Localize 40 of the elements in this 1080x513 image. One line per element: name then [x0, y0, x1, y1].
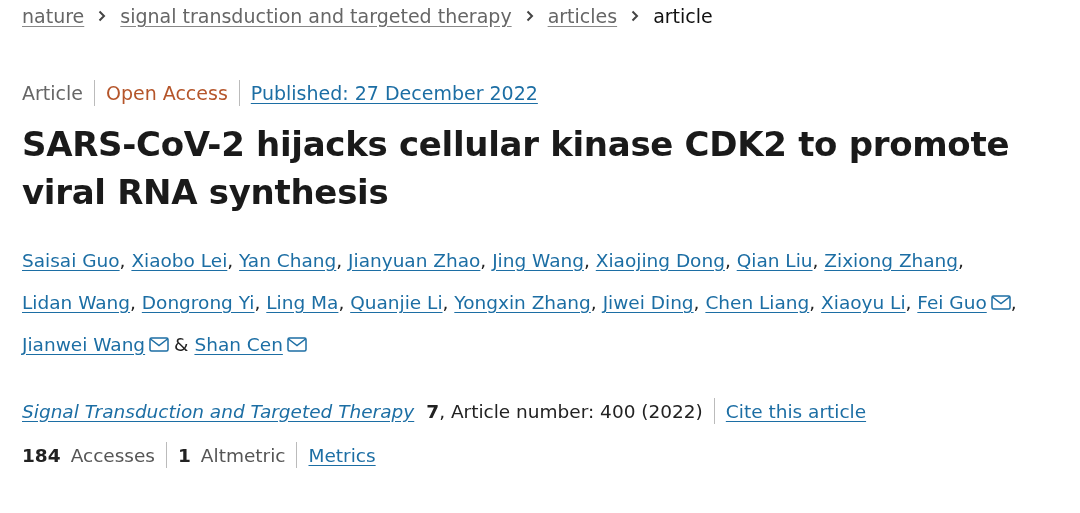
published-date-link[interactable]: Published: 27 December 2022: [250, 82, 538, 104]
author-link[interactable]: Yongxin Zhang: [454, 292, 591, 313]
author-link[interactable]: Jiwei Ding: [602, 292, 694, 313]
metric: 1 Altmetric: [178, 444, 286, 466]
article-title: SARS-CoV-2 hijacks cellular kinase CDK2 to promote viral RNA synthesis: [22, 123, 1011, 214]
chevron-icon: [98, 10, 107, 22]
access-label: Open Access: [105, 82, 228, 104]
mail-icon[interactable]: [149, 337, 170, 352]
breadcrumb-link[interactable]: signal transduction and targeted therapy: [120, 5, 512, 27]
breadcrumb-link[interactable]: articles: [547, 5, 618, 27]
chevron-icon: [631, 10, 640, 22]
author-link[interactable]: Qian Liu: [736, 250, 813, 271]
breadcrumb-link[interactable]: nature: [22, 5, 85, 27]
author-link[interactable]: Shan Cen: [194, 334, 307, 355]
author-link[interactable]: Xiaojing Dong: [595, 250, 725, 271]
author-link[interactable]: Chen Liang: [705, 292, 810, 313]
metrics-link[interactable]: Metrics: [308, 444, 376, 466]
author-link[interactable]: Jianwei Wang: [22, 334, 170, 355]
mail-icon[interactable]: [286, 337, 307, 352]
author-link[interactable]: Ling Ma: [266, 292, 339, 313]
author-link[interactable]: Dongrong Yi: [141, 292, 255, 313]
mail-icon[interactable]: [990, 295, 1011, 310]
author-link[interactable]: Saisai Guo: [22, 250, 120, 271]
metric: 184 Accesses: [22, 444, 155, 466]
breadcrumb-current: article: [653, 5, 713, 27]
citation-details: 7, Article number: 400 (2022): [426, 400, 703, 422]
journal-link[interactable]: Signal Transduction and Targeted Therapy: [22, 400, 415, 422]
author-link[interactable]: Jianyuan Zhao: [348, 250, 481, 271]
chevron-icon: [525, 10, 534, 22]
author-link[interactable]: Xiaobo Lei: [131, 250, 228, 271]
author-link[interactable]: Zixiong Zhang: [824, 250, 959, 271]
author-link[interactable]: Quanjie Li: [350, 292, 443, 313]
cite-link[interactable]: Cite this article: [725, 400, 867, 422]
author-list: Saisai Guo, Xiaobo Lei, Yan Chang, Jianyuan Zhao, Jing Wang, Xiaojing Dong, Qian Liu, Zixiong Zhang, Lidan Wang, Dongrong Yi, Ling Ma, Quanjie Li, Yongxin Zhang, Jiwei Ding, Chen Liang, Xiaoyu Li, Fei Guo , Jianwei Wang & Shan Cen: [22, 240, 1067, 366]
author-link[interactable]: Lidan Wang: [22, 292, 131, 313]
author-link[interactable]: Fei Guo: [917, 292, 1011, 313]
author-link[interactable]: Yan Chang: [239, 250, 337, 271]
author-link[interactable]: Jing Wang: [492, 250, 584, 271]
article-type: Article: [22, 82, 83, 104]
author-link[interactable]: Xiaoyu Li: [821, 292, 906, 313]
